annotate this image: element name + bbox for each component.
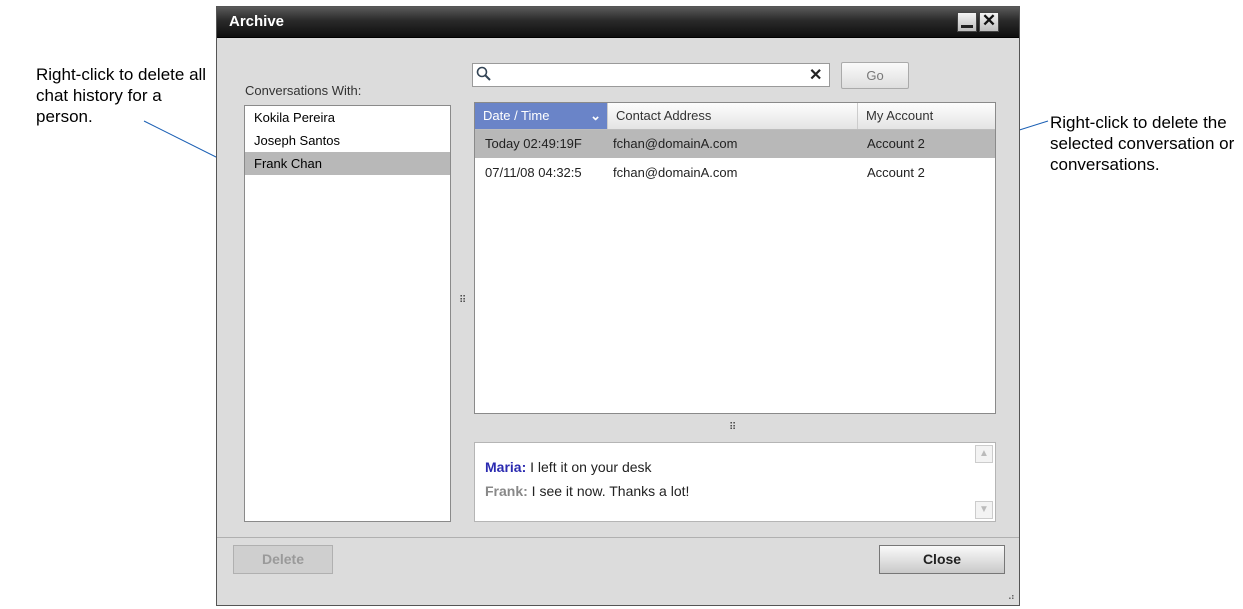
chat-speaker: Maria: <box>485 459 527 475</box>
table-row-selected[interactable]: Today 02:49:19F fchan@domainA.com Accoun… <box>475 130 995 158</box>
chat-line: Maria: I left it on your desk <box>485 459 652 475</box>
chat-scrollbar[interactable]: ▲ ▼ <box>975 445 993 519</box>
close-button[interactable]: Close <box>879 545 1005 574</box>
chat-preview: Maria: I left it on your desk Frank: I s… <box>474 442 996 522</box>
search-input[interactable] <box>495 66 799 86</box>
cell-date: 07/11/08 04:32:5 <box>485 165 582 180</box>
delete-button[interactable]: Delete <box>233 545 333 574</box>
conversations-grid[interactable]: Date / Time ⌄ Contact Address My Account… <box>474 102 996 414</box>
conversations-list[interactable]: Kokila Pereira Joseph Santos Frank Chan <box>244 105 451 522</box>
column-header-date[interactable]: Date / Time ⌄ <box>475 103 607 129</box>
window-title: Archive <box>229 13 285 30</box>
right-callout-text: Right-click to delete the selected conve… <box>1050 113 1235 174</box>
archive-window: Archive ✕ Conversations With: Kokila Per… <box>216 6 1020 606</box>
conversation-item[interactable]: Joseph Santos <box>245 129 450 152</box>
close-window-button[interactable]: ✕ <box>979 11 999 32</box>
vertical-splitter-handle[interactable]: ⠿ <box>459 295 466 306</box>
conversation-item-selected[interactable]: Frank Chan <box>245 152 450 175</box>
resize-grip-icon[interactable]: ⠴ <box>1008 592 1015 603</box>
column-header-date-label: Date / Time <box>483 108 550 123</box>
conversations-label: Conversations With: <box>245 83 362 98</box>
minimize-button[interactable] <box>957 12 977 32</box>
grid-header: Date / Time ⌄ Contact Address My Account <box>475 103 995 130</box>
sort-chevron-icon: ⌄ <box>590 108 601 123</box>
left-callout-text: Right-click to delete all chat history f… <box>36 65 207 126</box>
chat-line: Frank: I see it now. Thanks a lot! <box>485 483 689 499</box>
cell-account: Account 2 <box>867 136 925 151</box>
horizontal-splitter-handle[interactable]: ⠿ <box>729 422 736 433</box>
go-button[interactable]: Go <box>841 62 909 89</box>
column-header-account[interactable]: My Account <box>857 103 995 129</box>
clear-search-icon[interactable]: ✕ <box>809 65 822 85</box>
minimize-icon <box>961 25 973 28</box>
cell-contact: fchan@domainA.com <box>613 136 738 151</box>
search-box[interactable]: ✕ <box>472 63 830 87</box>
conversation-item[interactable]: Kokila Pereira <box>245 106 450 129</box>
cell-date: Today 02:49:19F <box>485 136 582 151</box>
footer-divider <box>217 537 1019 538</box>
close-icon: ✕ <box>981 11 997 30</box>
chat-text: I see it now. Thanks a lot! <box>527 483 690 499</box>
cell-account: Account 2 <box>867 165 925 180</box>
table-row[interactable]: 07/11/08 04:32:5 fchan@domainA.com Accou… <box>475 159 995 187</box>
chat-speaker: Frank: <box>485 483 528 499</box>
scroll-up-icon[interactable]: ▲ <box>975 445 993 463</box>
cell-contact: fchan@domainA.com <box>613 165 738 180</box>
search-icon <box>476 66 491 81</box>
scroll-down-icon[interactable]: ▼ <box>975 501 993 519</box>
chat-text: I left it on your desk <box>526 459 652 475</box>
column-header-contact[interactable]: Contact Address <box>607 103 857 129</box>
title-bar[interactable]: Archive ✕ <box>217 7 1019 38</box>
